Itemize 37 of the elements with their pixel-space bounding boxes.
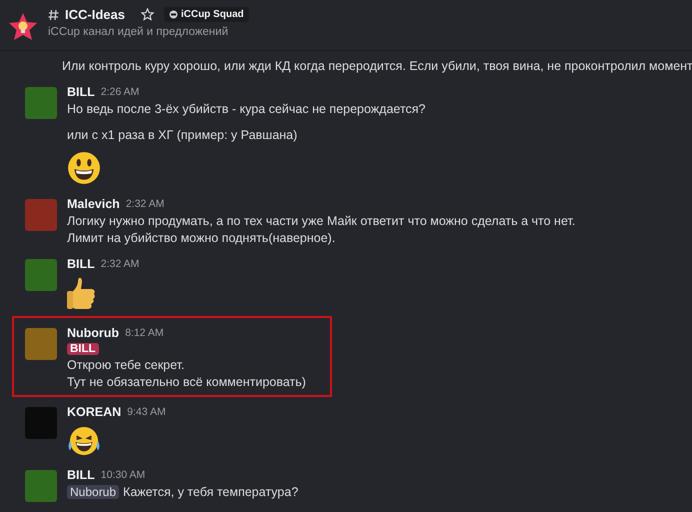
message-text: Логику нужно продумать, а по тех части уже Майк ответит что можно сделать а что нет. [67,214,576,228]
author-name[interactable]: BILL [67,85,95,99]
avatar-photo-placeholder[interactable] [25,407,57,439]
timestamp: 8:12 AM [125,327,164,339]
avatar-photo-placeholder[interactable] [25,470,57,502]
timestamp: 9:43 AM [127,406,166,418]
author-name[interactable]: BILL [67,468,95,482]
message-text: Тут не обязательно всё комментировать) [67,375,306,389]
timestamp: 2:32 AM [100,258,140,270]
star-icon[interactable] [140,8,154,21]
thumbs-up-emoji [67,276,97,310]
message-text: Лимит на убийство можно поднять(наверное). [67,231,336,245]
author-name[interactable]: Malevich [67,197,120,211]
message-text: Кажется, у тебя температура? [123,485,298,499]
timestamp: 10:30 AM [100,469,146,481]
laughing-emoji [67,426,101,456]
timestamp: 2:32 AM [126,198,164,210]
grinning-emoji [67,151,101,185]
timestamp: 2:26 AM [100,86,140,98]
message-text: Открою тебе секрет. [67,358,186,372]
role-mention[interactable]: BILL [67,343,99,355]
user-mention[interactable]: Nuborub [67,485,120,499]
author-name[interactable]: BILL [67,257,95,271]
message-text: Но ведь после 3-ёх убийств - кура сейчас не перерождается? [67,102,426,116]
channel-topic: iCCup канал идей и предложений [48,26,230,38]
avatar-photo-placeholder[interactable] [25,259,57,291]
author-name[interactable]: Nuborub [67,326,120,340]
hash-icon [48,8,59,20]
author-name[interactable]: KOREAN [67,405,122,419]
channel-name: ICC-Ideas [65,7,125,22]
avatar-photo-placeholder[interactable] [25,328,57,360]
star-lightbulb-logo [8,12,38,42]
avatar-photo-placeholder[interactable] [25,199,57,231]
server-icon [168,10,178,19]
server-badge[interactable]: iCCup Squad [164,7,249,22]
avatar-photo-placeholder[interactable] [25,87,57,119]
message-text: или с х1 раза в ХГ (пример: у Равшана) [67,128,298,142]
